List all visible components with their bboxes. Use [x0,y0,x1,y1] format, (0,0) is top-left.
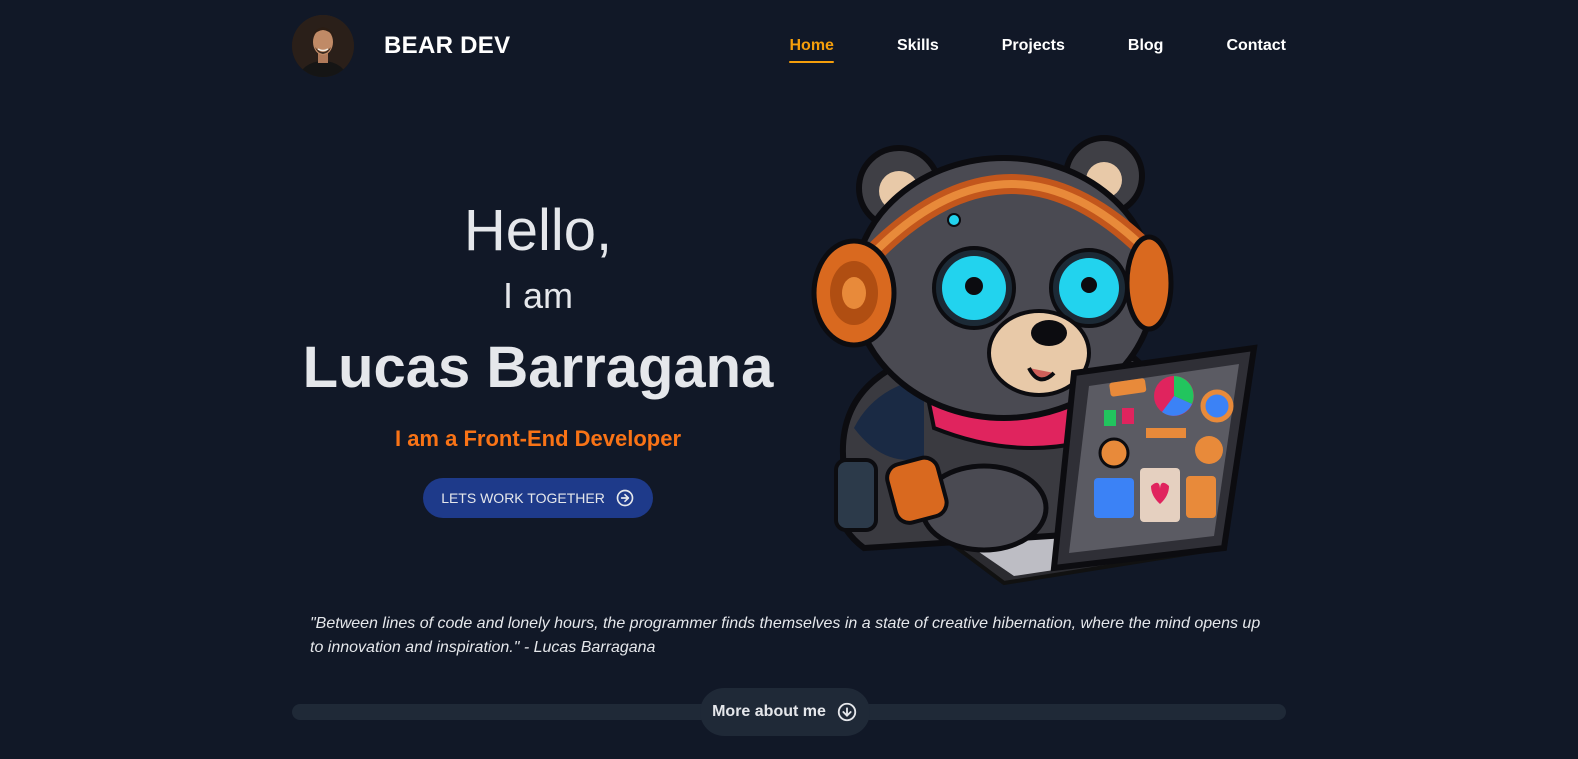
arrow-right-circle-icon [615,488,635,508]
avatar-photo [292,15,354,77]
hero-greeting: Hello, [463,198,613,263]
nav-contact[interactable]: Contact [1226,31,1286,61]
more-label: More about me [712,703,826,720]
cta-label: LETS WORK TOGETHER [441,490,605,506]
site-header: BEAR DEV Home Skills Projects Blog Conta… [292,14,1286,78]
brand-title[interactable]: BEAR DEV [384,32,510,60]
hero-text: Hello, I am Lucas Barragana I am a Front… [292,196,784,518]
nav-skills[interactable]: Skills [897,31,939,61]
quote-text: "Between lines of code and lonely hours,… [310,615,1261,656]
hero-intro: I am [502,275,573,316]
nav-home[interactable]: Home [789,31,835,63]
hero-role: I am a Front-End Developer [394,426,682,451]
hero-name: Lucas Barragana [302,335,774,400]
avatar[interactable] [292,15,354,77]
lets-work-together-button[interactable]: LETS WORK TOGETHER [423,478,653,518]
nav-blog[interactable]: Blog [1128,31,1164,61]
main-nav: Home Skills Projects Blog Contact [726,31,1286,63]
nav-projects[interactable]: Projects [1002,31,1065,61]
page: BEAR DEV Home Skills Projects Blog Conta… [0,0,1578,759]
more-about-me-button[interactable]: More about me [700,688,870,736]
bear-illustration [804,128,1264,588]
arrow-down-circle-icon [836,701,858,723]
